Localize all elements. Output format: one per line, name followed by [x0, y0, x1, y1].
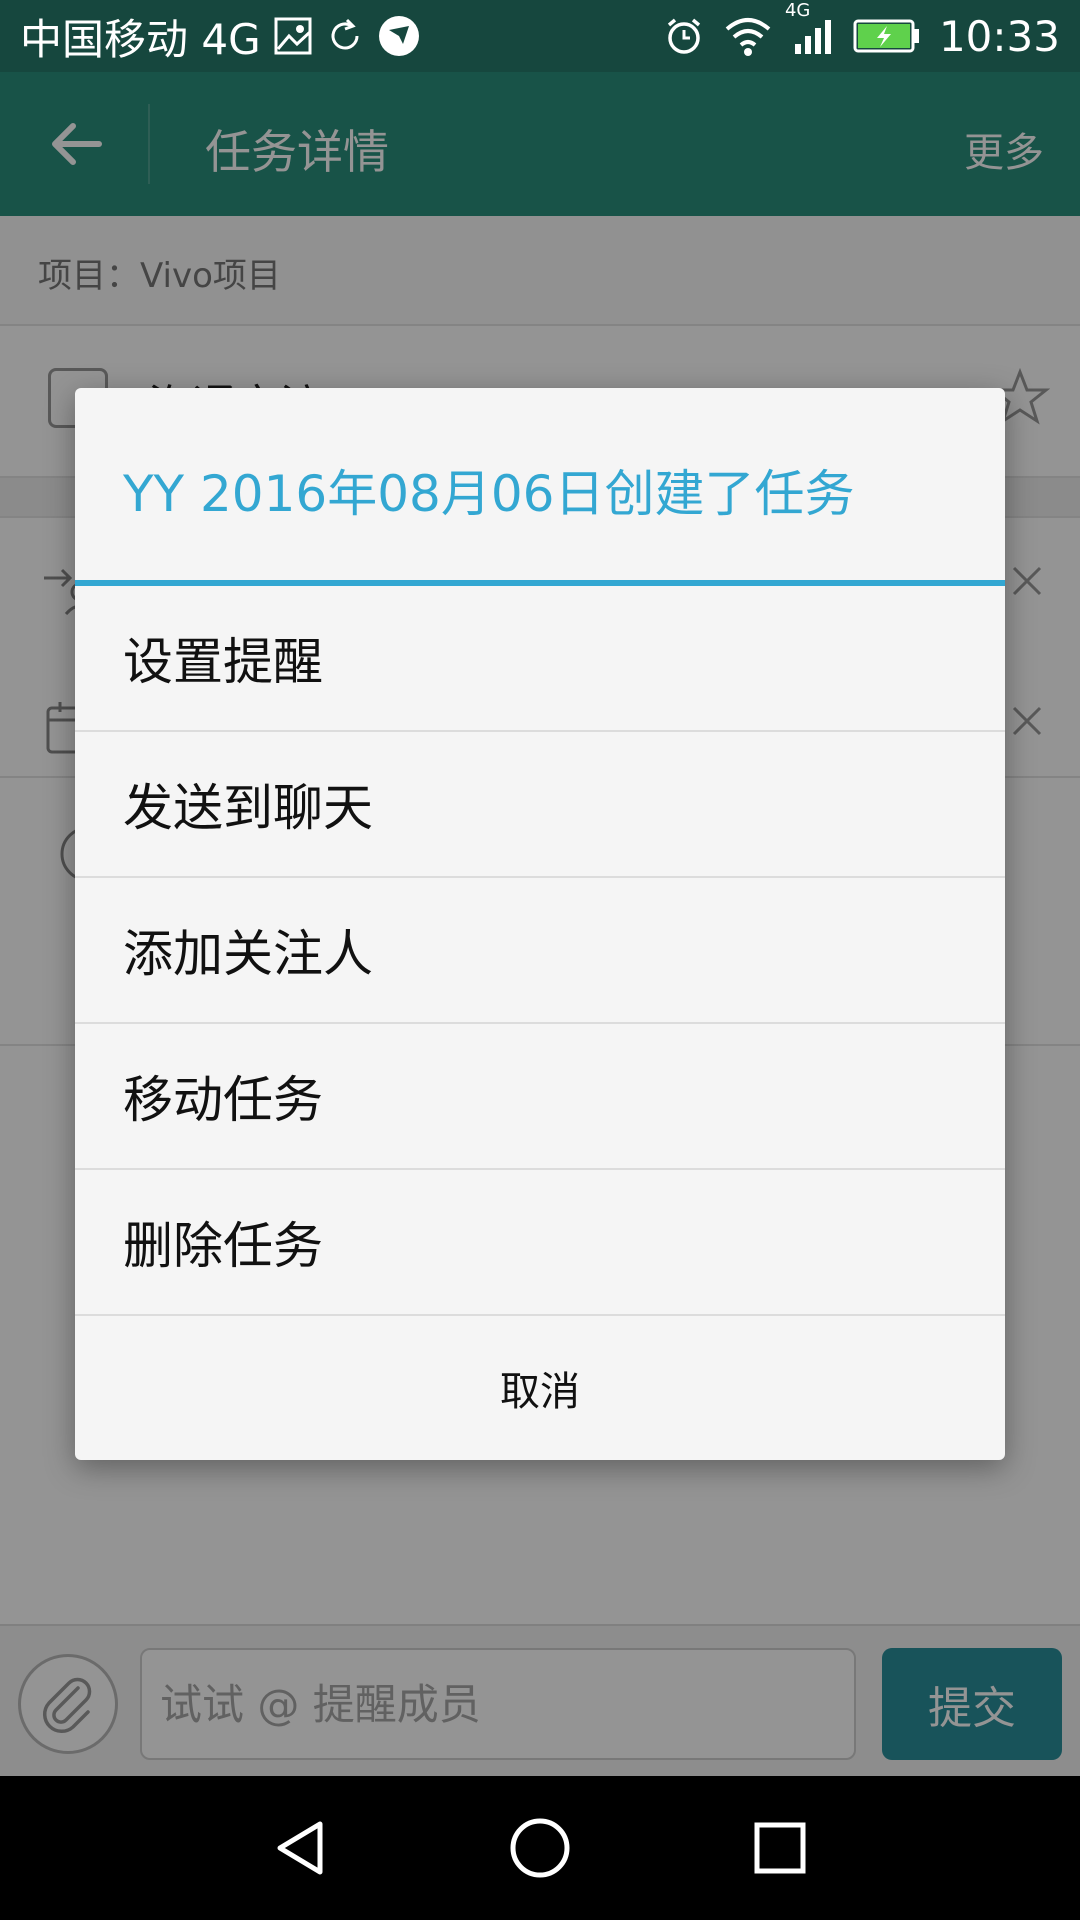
wifi-icon: [723, 15, 773, 57]
status-right: 4G 10:33: [663, 0, 1060, 72]
menu-item-add-follower[interactable]: 添加关注人: [75, 878, 1005, 1024]
home-circle-icon: [510, 1818, 570, 1878]
status-bar: 中国移动 4G 4G 10:33: [0, 0, 1080, 72]
menu-item-send-to-chat[interactable]: 发送到聊天: [75, 732, 1005, 878]
nav-home-button[interactable]: [500, 1808, 580, 1888]
app-bird-icon: [377, 14, 421, 58]
image-icon: [273, 16, 313, 56]
battery-charging-icon: [853, 17, 921, 55]
menu-item-set-reminder[interactable]: 设置提醒: [75, 586, 1005, 732]
menu-item-delete-task[interactable]: 删除任务: [75, 1170, 1005, 1316]
sync-icon: [325, 16, 365, 56]
system-nav-bar: [0, 1776, 1080, 1920]
network-badge: 4G: [784, 0, 811, 21]
nav-back-button[interactable]: [260, 1808, 340, 1888]
menu-item-move-task[interactable]: 移动任务: [75, 1024, 1005, 1170]
status-left: 中国移动 4G: [20, 0, 421, 72]
task-actions-dialog: YY 2016年08月06日创建了任务 设置提醒 发送到聊天 添加关注人 移动任…: [75, 388, 1005, 1460]
nav-recents-button[interactable]: [740, 1808, 820, 1888]
alarm-icon: [663, 15, 705, 57]
clock-time: 10:33: [938, 11, 1060, 61]
dialog-title: YY 2016年08月06日创建了任务: [123, 465, 855, 523]
signal-icon: 4G: [785, 0, 835, 58]
carrier-label: 中国移动 4G: [20, 14, 261, 64]
recents-square-icon: [754, 1822, 806, 1874]
cancel-button[interactable]: 取消: [75, 1316, 1005, 1460]
back-triangle-icon: [277, 1821, 323, 1875]
